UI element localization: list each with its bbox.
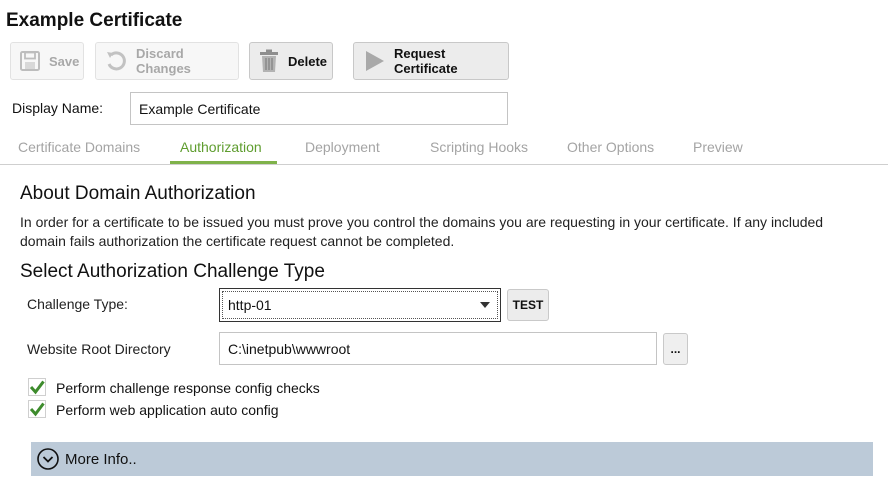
website-root-input[interactable]: C:\inetpub\wwwroot (219, 332, 657, 365)
about-text: In order for a certificate to be issued … (20, 214, 824, 249)
challenge-type-label: Challenge Type: (27, 296, 128, 312)
request-certificate-label: Request Certificate (394, 46, 458, 76)
display-name-label: Display Name: (12, 100, 104, 116)
website-root-label: Website Root Directory (27, 341, 171, 357)
test-button[interactable]: TEST (507, 289, 549, 321)
more-info-label: More Info.. (65, 450, 137, 468)
save-icon (20, 51, 40, 71)
tab-divider (0, 164, 888, 165)
delete-button-label: Delete (288, 53, 328, 69)
more-info-expander[interactable]: More Info.. (31, 442, 873, 476)
tab-preview[interactable]: Preview (693, 139, 743, 155)
challenge-heading: Select Authorization Challenge Type (20, 261, 325, 282)
challenge-type-value: http-01 (228, 297, 272, 313)
save-button-label: Save (49, 53, 80, 69)
checkbox-auto-config[interactable] (28, 400, 46, 418)
browse-button[interactable]: ... (663, 333, 688, 365)
delete-button[interactable]: Delete (249, 42, 333, 80)
discard-changes-label: Discard Changes (136, 46, 191, 76)
play-icon (366, 51, 384, 71)
discard-changes-button[interactable]: Discard Changes (95, 42, 239, 80)
chevron-down-icon (480, 302, 490, 308)
tab-other-options[interactable]: Other Options (567, 139, 654, 155)
config-checks-label: Perform challenge response config checks (56, 380, 320, 396)
request-certificate-button[interactable]: Request Certificate (353, 42, 509, 80)
tab-deployment[interactable]: Deployment (305, 139, 380, 155)
tab-scripting-hooks[interactable]: Scripting Hooks (430, 139, 528, 155)
about-heading: About Domain Authorization (20, 183, 256, 204)
page-title: Example Certificate (6, 10, 183, 31)
tab-certificate-domains[interactable]: Certificate Domains (18, 139, 140, 155)
trash-icon (260, 49, 278, 72)
tab-authorization[interactable]: Authorization (180, 139, 262, 155)
auto-config-label: Perform web application auto config (56, 402, 279, 418)
checkbox-config-checks[interactable] (28, 378, 46, 396)
display-name-input[interactable]: Example Certificate (130, 92, 508, 125)
save-button[interactable]: Save (10, 42, 84, 80)
undo-icon (107, 51, 126, 71)
challenge-type-select[interactable]: http-01 (219, 288, 501, 322)
expand-circle-icon (37, 448, 59, 470)
